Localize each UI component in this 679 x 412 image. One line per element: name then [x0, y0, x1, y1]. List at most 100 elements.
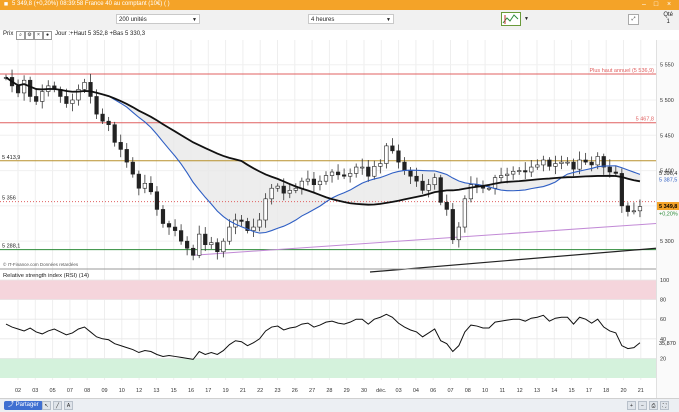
candle-body [438, 177, 443, 203]
rsi-last-value: 35,870 [659, 341, 676, 347]
candle-body [70, 99, 75, 104]
y-tick-label: 5 500 [660, 98, 674, 104]
title-rest: 08:39:58 France 40 au comptant (10€) ( ) [59, 1, 170, 7]
candle-body [112, 124, 117, 143]
candle-body [100, 113, 105, 122]
candle-body [197, 233, 202, 256]
quantity-field[interactable]: Qté 1 [663, 12, 673, 26]
x-tick-label: 05 [50, 388, 56, 394]
candle-body [203, 233, 208, 246]
candle-body [541, 159, 546, 166]
x-tick-label: 08 [465, 388, 471, 394]
candle-body [559, 161, 564, 164]
candle-body [311, 178, 317, 186]
share-button[interactable]: ⤴ Partager [4, 401, 43, 410]
y-tick-label: 5 300 [660, 239, 674, 245]
candle-body [94, 96, 99, 115]
candle-body [335, 171, 341, 176]
candle-body [601, 156, 606, 168]
expand-icon[interactable]: ⤢ [628, 14, 639, 25]
title-price: 5 349,8 [12, 1, 33, 7]
candle-body [613, 171, 618, 174]
level-label: 5 288,1 [2, 244, 20, 250]
x-tick-label: 09 [101, 388, 107, 394]
price-panel-label: Prix [3, 31, 14, 37]
candle-body [625, 205, 630, 212]
y-tick-label: 5 550 [660, 63, 674, 69]
x-tick-label: 10 [482, 388, 488, 394]
rsi-line [5, 313, 641, 360]
candle-body [275, 185, 280, 189]
chart-header: Prix ⌕ ⚙ × ● Jour :+Haut 5 352,8 +Bas 5 … [0, 30, 679, 40]
candle-body [329, 171, 335, 176]
maximize-icon[interactable]: □ [652, 1, 660, 9]
units-select-value: 200 unités [119, 17, 147, 23]
rsi-y-tick-label: 60 [660, 317, 666, 323]
close-icon[interactable]: × [665, 1, 673, 9]
candle-body [124, 149, 129, 163]
candle-body [354, 166, 359, 174]
bottom-toolbar: ⤴ Partager ↖ ╱ A + − ⎙ ⛶ [0, 398, 679, 412]
candle-body [136, 173, 141, 189]
price-tag: +0,20% [659, 212, 678, 218]
zoom-in-icon[interactable]: + [627, 401, 636, 410]
draw-line-icon[interactable]: ╱ [53, 401, 62, 410]
units-select[interactable]: 200 unités ▼ [116, 14, 200, 24]
candle-body [462, 198, 467, 228]
candle-body [130, 161, 135, 175]
x-tick-label: 26 [292, 388, 298, 394]
x-tick-label: 17 [205, 388, 211, 394]
y-tick-label: 5 450 [660, 133, 674, 139]
indicator-dropdown-icon[interactable]: ▼ [524, 16, 529, 22]
candle-body [517, 170, 522, 172]
cursor-tool-icon[interactable]: ↖ [42, 401, 51, 410]
print-icon[interactable]: ⎙ [649, 401, 658, 410]
candle-body [299, 180, 304, 189]
x-tick-label: 29 [344, 388, 350, 394]
close-panel-icon[interactable]: × [34, 31, 43, 40]
candle-body [396, 150, 401, 163]
candle-body [178, 230, 184, 242]
candle-body [172, 226, 178, 231]
alert-icon[interactable]: ● [43, 31, 52, 40]
quantity-label: Qté [663, 12, 673, 18]
zoom-icon[interactable]: ⌕ [16, 31, 25, 40]
text-tool-icon[interactable]: A [64, 401, 73, 410]
x-tick-label: 07 [67, 388, 73, 394]
x-tick-label: 12 [517, 388, 523, 394]
rsi-title: Relative strength index (RSI) (14) [3, 273, 89, 279]
settings-icon[interactable]: ⚙ [25, 31, 34, 40]
quantity-value: 1 [666, 19, 670, 25]
candle-body [529, 166, 534, 173]
minimize-icon[interactable]: – [640, 1, 648, 9]
candle-body [565, 161, 570, 164]
candle-body [498, 175, 504, 178]
x-tick-label: 20 [620, 388, 626, 394]
indicator-chart-icon[interactable] [501, 12, 521, 26]
x-tick-label: 21 [240, 388, 246, 394]
candle-body [317, 180, 323, 186]
chevron-down-icon: ▼ [386, 17, 391, 23]
chart-canvas[interactable]: 02 03 05 07 08 09 10 12 13 15 16 17 19 21 22 23 26 27 28 29… [0, 40, 679, 398]
candle-body [505, 173, 510, 176]
candle-body [88, 82, 93, 97]
fullscreen-icon[interactable]: ⛶ [660, 401, 669, 410]
candle-body [323, 175, 329, 182]
candle-body [22, 79, 27, 94]
candle-body [360, 166, 365, 169]
x-tick-label: 03 [396, 388, 402, 394]
x-tick-label: 17 [586, 388, 592, 394]
x-tick-label: 19 [223, 388, 229, 394]
candle-body [348, 173, 353, 177]
toolbar: 200 unités ▼ 4 heures ▼ ▼ ⤢ Qté 1 [0, 10, 679, 31]
candle-body [118, 142, 123, 150]
x-tick-label: 27 [309, 388, 315, 394]
candle-body [263, 198, 268, 221]
candle-body [185, 240, 190, 249]
level-label: 5 467,8 [636, 117, 654, 123]
candle-body [583, 159, 588, 163]
zoom-out-icon[interactable]: − [638, 401, 647, 410]
candle-body [251, 226, 256, 231]
candle-body [571, 161, 576, 170]
timeframe-select[interactable]: 4 heures ▼ [308, 14, 394, 24]
